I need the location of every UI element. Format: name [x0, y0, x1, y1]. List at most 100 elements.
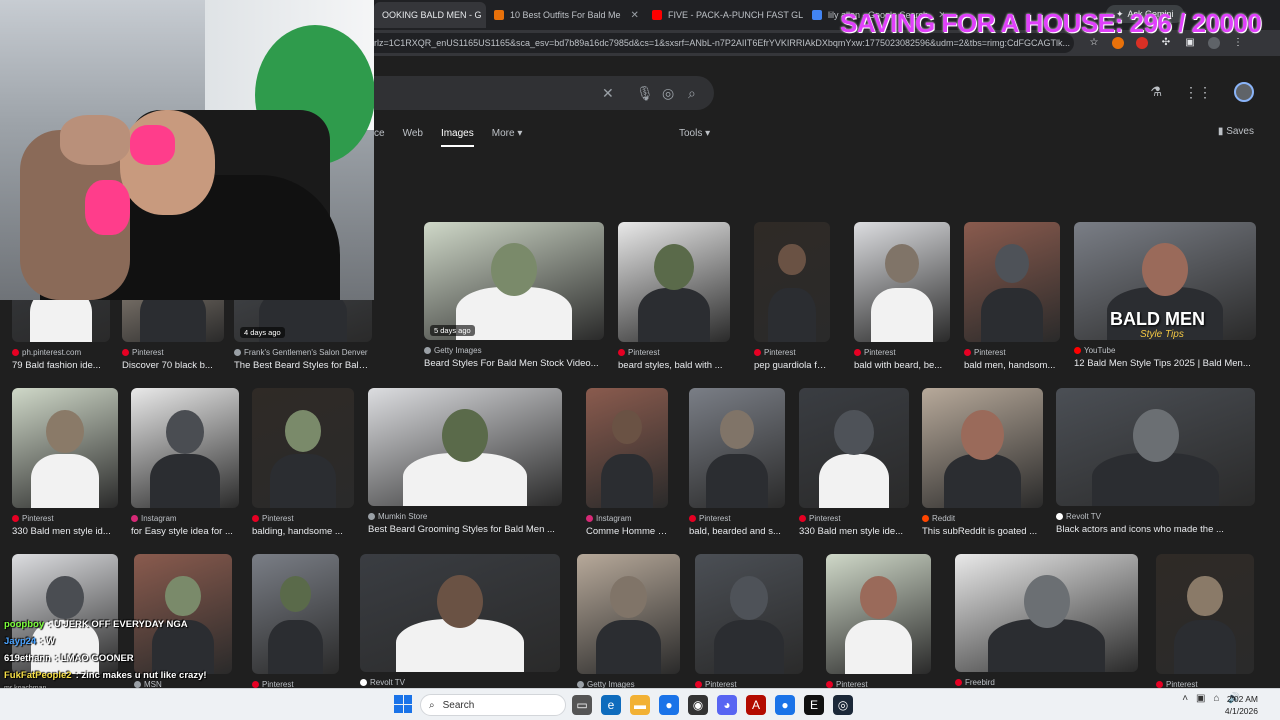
tab-partial[interactable]: ce — [374, 128, 385, 147]
lens-icon[interactable]: ◎ — [662, 85, 674, 102]
app-tray-icon[interactable]: ▣ — [1196, 693, 1205, 704]
tab-current[interactable]: OOKING BALD MEN - G✕ — [374, 2, 486, 28]
tab-more[interactable]: More ▾ — [492, 128, 523, 147]
result-source[interactable]: Instagram — [586, 514, 668, 523]
apps-grid-icon[interactable]: ⋮⋮ — [1184, 84, 1212, 101]
tab-youtube[interactable]: FIVE - PACK-A-PUNCH FAST GL✕ — [644, 2, 804, 28]
result-thumbnail[interactable] — [754, 222, 830, 342]
result-title[interactable]: pep guardiola fashi... — [754, 360, 830, 371]
result-thumbnail[interactable] — [360, 554, 560, 672]
image-result-card[interactable]: BALD MEN Style Tips YouTube 12 Bald Men Sty… — [1074, 222, 1256, 369]
result-title[interactable]: bald, bearded and s... — [689, 526, 785, 537]
result-title[interactable]: 330 Bald men style ide... — [799, 526, 909, 537]
result-title[interactable]: Discover 70 black b... — [122, 360, 224, 371]
image-result-card[interactable]: Pinterest — [826, 554, 931, 689]
image-result-card[interactable]: Revolt TV — [360, 554, 560, 687]
result-thumbnail[interactable] — [799, 388, 909, 508]
image-result-card[interactable]: Pinterest 330 Bald men style id... — [12, 388, 118, 537]
tab-web[interactable]: Web — [403, 128, 423, 147]
file-explorer-icon[interactable]: ▬ — [630, 695, 650, 715]
result-thumbnail[interactable]: BALD MEN Style Tips — [1074, 222, 1256, 340]
image-result-card[interactable]: Pinterest bald with beard, be... — [854, 222, 950, 371]
network-icon[interactable]: ⌂ — [1214, 693, 1220, 704]
result-thumbnail[interactable] — [131, 388, 239, 508]
result-thumbnail[interactable] — [964, 222, 1060, 342]
result-thumbnail[interactable] — [854, 222, 950, 342]
labs-icon[interactable]: ⚗ — [1150, 84, 1162, 100]
windows-start-icon[interactable] — [394, 695, 412, 713]
result-title[interactable]: Black actors and icons who made the ... — [1056, 524, 1255, 535]
result-thumbnail[interactable] — [1156, 554, 1254, 674]
result-source[interactable]: YouTube — [1074, 346, 1256, 355]
result-source[interactable]: Revolt TV — [360, 678, 560, 687]
image-result-card[interactable]: Revolt TV Black actors and icons who made… — [1056, 388, 1255, 535]
result-source[interactable]: Pinterest — [964, 348, 1060, 357]
result-source[interactable]: Pinterest — [122, 348, 224, 357]
image-result-card[interactable]: Pinterest bald men, handsom... — [964, 222, 1060, 371]
search-box[interactable]: ✕ 🎙 ◎ ⌕ — [374, 76, 714, 110]
result-thumbnail[interactable] — [586, 388, 668, 508]
result-title[interactable]: The Best Beard Styles for Bald Men fo... — [234, 360, 372, 371]
image-result-card[interactable]: Reddit This subReddit is goated ... — [922, 388, 1043, 537]
image-result-card[interactable]: Getty Images — [577, 554, 680, 689]
result-source[interactable]: Mumkin Store — [368, 512, 562, 521]
discord-icon[interactable]: ◕ — [717, 695, 737, 715]
tab-outfits[interactable]: 10 Best Outfits For Bald Me ✕ — [486, 2, 644, 28]
result-thumbnail[interactable]: 5 days ago — [424, 222, 604, 340]
result-title[interactable]: Best Beard Grooming Styles for Bald Men … — [368, 524, 562, 535]
image-result-card[interactable]: Pinterest pep guardiola fashi... — [754, 222, 830, 371]
result-source[interactable]: ph.pinterest.com — [12, 348, 110, 357]
avatar[interactable] — [1234, 82, 1254, 102]
result-source[interactable]: Instagram — [131, 514, 239, 523]
result-thumbnail[interactable] — [1056, 388, 1255, 506]
result-source[interactable]: Pinterest — [689, 514, 785, 523]
result-title[interactable]: 79 Bald fashion ide... — [12, 360, 110, 371]
tab-images[interactable]: Images — [440, 128, 474, 147]
result-source[interactable]: Pinterest — [618, 348, 730, 357]
result-thumbnail[interactable] — [252, 388, 354, 508]
result-source[interactable]: Pinterest — [252, 514, 354, 523]
result-thumbnail[interactable] — [826, 554, 931, 674]
result-thumbnail[interactable] — [618, 222, 730, 342]
clear-icon[interactable]: ✕ — [602, 85, 614, 102]
image-result-card[interactable]: Instagram for Easy style idea for ... — [131, 388, 239, 537]
image-result-card[interactable]: Pinterest — [695, 554, 803, 689]
chrome-icon[interactable]: ● — [659, 695, 679, 715]
result-title[interactable]: Comme Homme (@... — [586, 526, 668, 537]
steam-icon[interactable]: ◎ — [833, 695, 853, 715]
image-result-card[interactable]: Pinterest bald, bearded and s... — [689, 388, 785, 537]
result-thumbnail[interactable] — [955, 554, 1138, 672]
result-title[interactable]: balding, handsome ... — [252, 526, 354, 537]
result-title[interactable]: 330 Bald men style id... — [12, 526, 118, 537]
edge-icon[interactable]: e — [601, 695, 621, 715]
taskbar-search[interactable]: ⌕ Search — [420, 694, 566, 716]
image-result-card[interactable]: Mumkin Store Best Beard Grooming Styles f… — [368, 388, 562, 535]
microphone-icon[interactable]: 🎙 — [636, 85, 654, 102]
search-icon[interactable]: ⌕ — [688, 85, 696, 102]
result-source[interactable]: Frank's Gentlemen's Salon Denver — [234, 348, 372, 357]
tools-button[interactable]: Tools ▾ — [679, 128, 710, 139]
result-title[interactable]: beard styles, bald with ... — [618, 360, 730, 371]
result-title[interactable]: for Easy style idea for ... — [131, 526, 239, 537]
close-icon[interactable]: ✕ — [631, 10, 639, 21]
result-source[interactable]: Freebird — [955, 678, 1138, 687]
result-title[interactable]: 12 Bald Men Style Tips 2025 | Bald Men..… — [1074, 358, 1256, 369]
image-result-card[interactable]: Instagram Comme Homme (@... — [586, 388, 668, 537]
result-title[interactable]: bald men, handsom... — [964, 360, 1060, 371]
acrobat-icon[interactable]: A — [746, 695, 766, 715]
chevron-up-icon[interactable]: ˄ — [1182, 693, 1188, 704]
image-result-card[interactable]: Pinterest balding, handsome ... — [252, 388, 354, 537]
image-result-card[interactable]: Pinterest 330 Bald men style ide... — [799, 388, 909, 537]
result-source[interactable]: Getty Images — [424, 346, 604, 355]
result-source[interactable]: Pinterest — [12, 514, 118, 523]
clock[interactable]: 2:02 AM 4/1/2026 — [1225, 693, 1258, 717]
epic-games-icon[interactable]: E — [804, 695, 824, 715]
result-title[interactable]: Beard Styles For Bald Men Stock Video... — [424, 358, 604, 369]
image-result-card[interactable]: Freebird — [955, 554, 1138, 687]
result-source[interactable]: Reddit — [922, 514, 1043, 523]
result-thumbnail[interactable] — [12, 388, 118, 508]
result-source[interactable]: Pinterest — [754, 348, 830, 357]
image-result-card[interactable]: 5 days ago Getty Images Beard Styles For B… — [424, 222, 604, 369]
result-thumbnail[interactable] — [689, 388, 785, 508]
result-title[interactable]: This subReddit is goated ... — [922, 526, 1043, 537]
